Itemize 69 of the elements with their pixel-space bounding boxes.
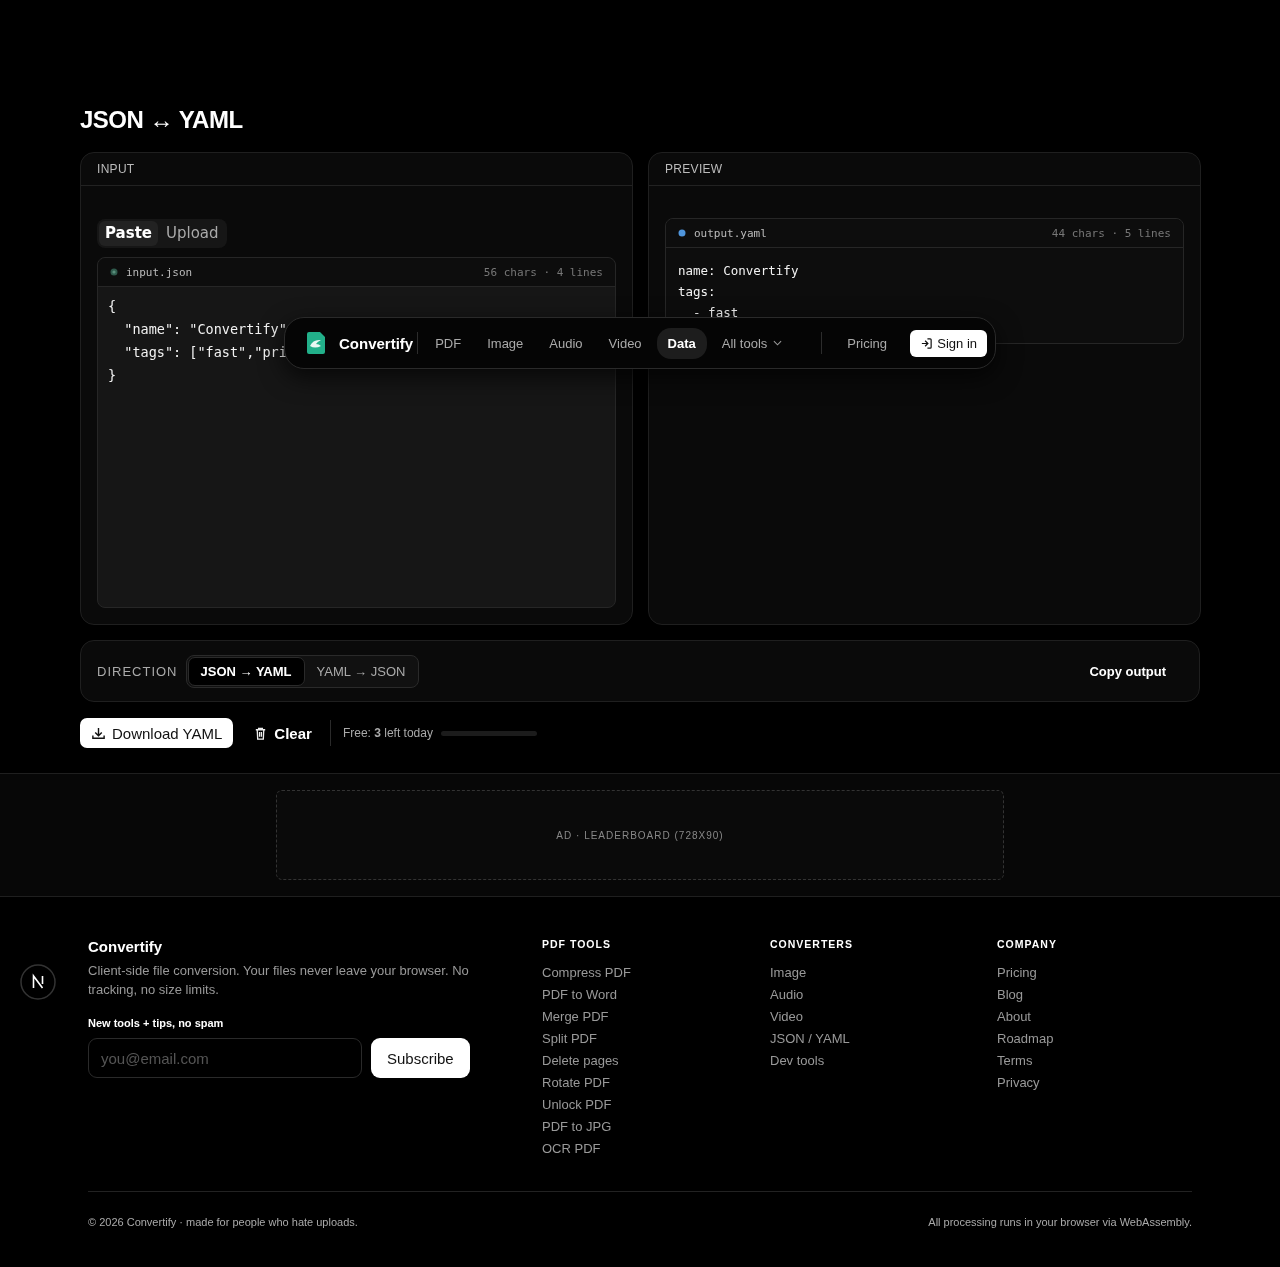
footer-link[interactable]: About: [997, 1006, 1192, 1028]
footer-link[interactable]: OCR PDF: [542, 1138, 770, 1160]
brand-name: Convertify: [339, 334, 414, 352]
footer-link[interactable]: Audio: [770, 984, 997, 1006]
footer-heading: PDF TOOLS: [542, 938, 612, 950]
code-line: {: [108, 297, 117, 316]
footer-link[interactable]: Blog: [997, 984, 1192, 1006]
download-button[interactable]: Download YAML: [80, 718, 234, 748]
code-line: name: Convertify: [678, 262, 799, 280]
pricing-link[interactable]: Pricing: [836, 327, 899, 359]
direction-option[interactable]: YAML → JSON: [304, 656, 418, 686]
subscribe-button[interactable]: Subscribe: [371, 1038, 470, 1078]
nav-dropdown[interactable]: All tools: [710, 327, 794, 359]
footer-link[interactable]: Pricing: [997, 962, 1192, 984]
footer-link[interactable]: Delete pages: [542, 1050, 770, 1072]
footer-link[interactable]: Image: [770, 962, 997, 984]
code-line: - fast: [692, 304, 739, 322]
tab[interactable]: Upload: [160, 221, 225, 246]
copyright-text: © 2026 Convertify · made for people who hate uploads.: [88, 1216, 358, 1228]
code-line: tags:: [678, 283, 716, 301]
nav-link[interactable]: Image: [476, 327, 535, 359]
footer-link[interactable]: Compress PDF: [542, 962, 770, 984]
footer-brand: Convertify: [88, 938, 164, 955]
email-field[interactable]: you@email.com: [88, 1038, 362, 1078]
sign-in-icon: [920, 336, 934, 350]
usage-text: Free: 3 left today: [342, 726, 433, 740]
panel-header: INPUT: [81, 153, 632, 186]
footer-link[interactable]: PDF to Word: [542, 984, 770, 1006]
page-title: JSON ↔ YAML: [80, 105, 244, 135]
chevron-down-icon: [773, 340, 783, 346]
file-name: input.json: [126, 265, 193, 279]
download-icon: [91, 725, 106, 741]
sign-in-button[interactable]: Sign in: [910, 329, 987, 357]
code-line: "name": "Convertify": [123, 320, 287, 339]
logo-icon[interactable]: [20, 964, 56, 1000]
footer-link[interactable]: PDF to JPG: [542, 1116, 770, 1138]
tab[interactable]: Paste: [99, 221, 158, 246]
newsletter-label: New tools + tips, no spam: [88, 1017, 225, 1029]
clear-button[interactable]: Clear: [245, 720, 320, 746]
code-line: }: [108, 366, 117, 385]
code-line: "tags": ["fast","pri: [123, 343, 287, 362]
file-stats: 56 chars · 4 lines: [483, 265, 603, 279]
footer-link[interactable]: Roadmap: [997, 1028, 1192, 1050]
panel-header: PREVIEW: [649, 153, 1200, 186]
nav-link[interactable]: Audio: [538, 327, 594, 359]
ad-label: AD · LEADERBOARD (728X90): [556, 829, 724, 841]
footer-heading: CONVERTERS: [770, 938, 854, 950]
footer-link[interactable]: Merge PDF: [542, 1006, 770, 1028]
footer-link[interactable]: Unlock PDF: [542, 1094, 770, 1116]
nav-link[interactable]: Data: [656, 327, 707, 359]
footer-heading: COMPANY: [997, 938, 1058, 950]
file-name: output.yaml: [694, 226, 767, 240]
nav-link[interactable]: PDF: [424, 327, 473, 359]
footer-link[interactable]: Video: [770, 1006, 997, 1028]
footer-description: Client-side file conversion. Your files never leave your browser. No tracking, no size limits.: [88, 962, 470, 999]
file-icon: [678, 229, 686, 237]
direction-label: DIRECTION: [97, 663, 178, 679]
footer-note: All processing runs in your browser via WebAssembly.: [928, 1216, 1192, 1228]
logo-icon: [305, 331, 327, 355]
file-stats: 44 chars · 5 lines: [1051, 226, 1171, 240]
copy-output-button[interactable]: Copy output: [1083, 662, 1172, 680]
footer-link[interactable]: JSON / YAML: [770, 1028, 997, 1050]
footer-link[interactable]: Dev tools: [770, 1050, 997, 1072]
footer-link[interactable]: Privacy: [997, 1072, 1192, 1094]
direction-option[interactable]: JSON → YAML: [187, 656, 305, 686]
file-icon: [110, 268, 118, 276]
footer-link[interactable]: Terms: [997, 1050, 1192, 1072]
footer-link[interactable]: Split PDF: [542, 1028, 770, 1050]
footer-link[interactable]: Rotate PDF: [542, 1072, 770, 1094]
